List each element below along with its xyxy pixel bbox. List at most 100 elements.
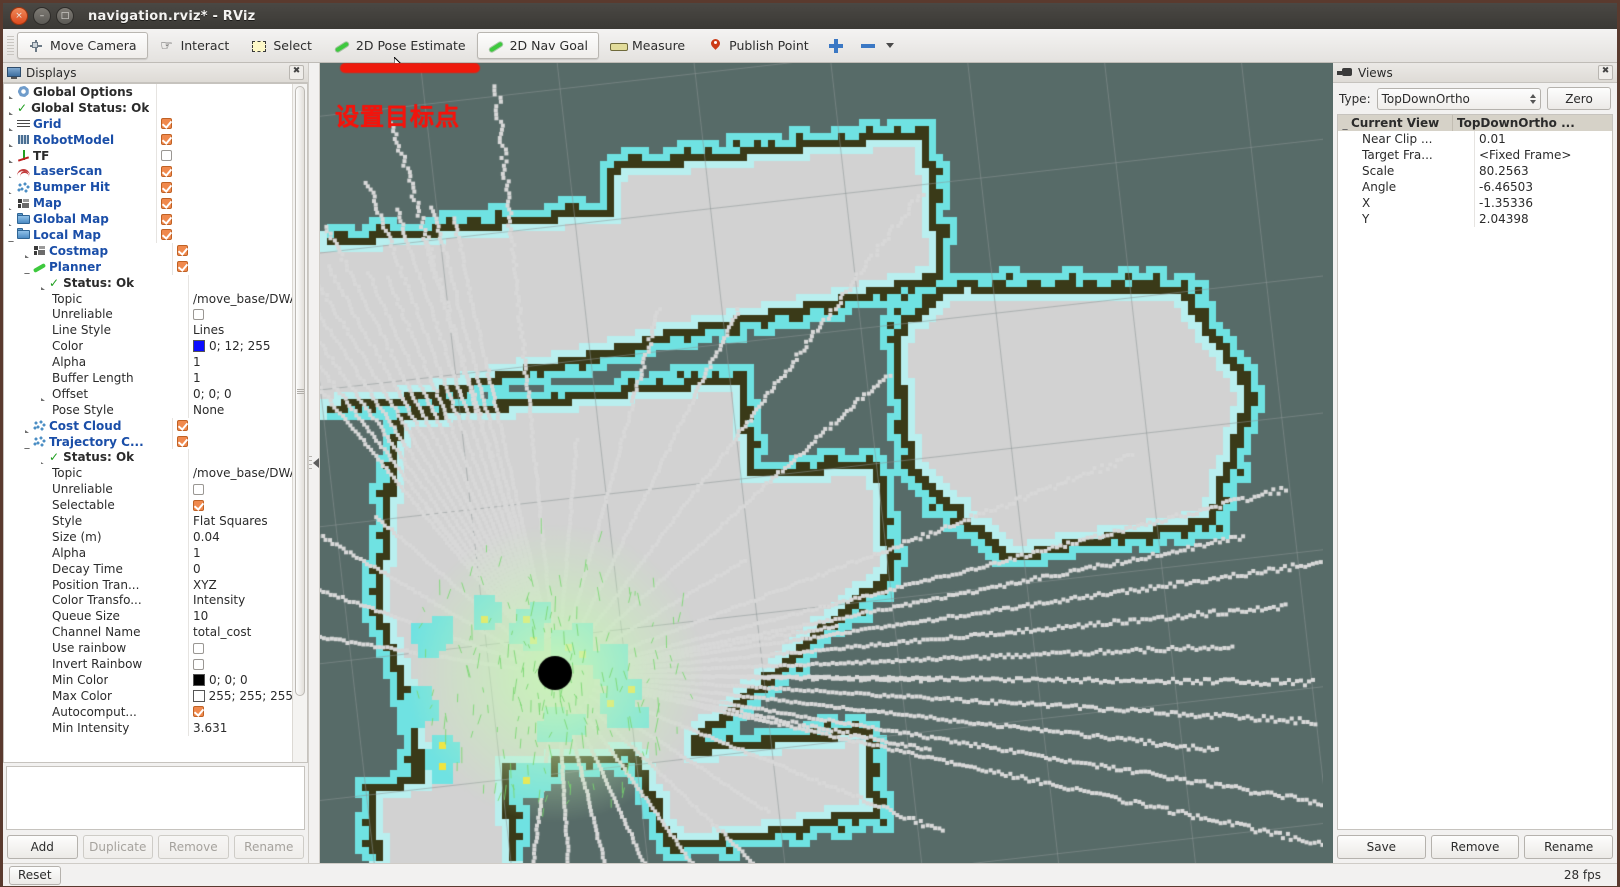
display-row[interactable]: Planner [4,258,293,275]
display-row-value[interactable]: 3.631 [188,719,293,736]
display-row[interactable]: Offset 0; 0; 0 [4,385,293,402]
display-row-value[interactable] [188,481,293,498]
tool-publish-point[interactable]: Publish Point [696,32,820,59]
view-property-row[interactable]: Scale 80.2563 [1338,163,1612,179]
checkbox[interactable] [161,134,172,146]
tool-select[interactable]: Select [240,32,323,59]
display-row[interactable]: Cost Cloud [4,417,293,434]
spinner-icon[interactable] [1530,93,1536,104]
view-property-value[interactable]: 80.2563 [1474,163,1612,179]
map-canvas[interactable] [320,63,1323,863]
display-row[interactable]: Topic/move_base/DWAPlan... [4,465,293,482]
view-property-row[interactable]: Y 2.04398 [1338,211,1612,227]
display-row-value[interactable] [188,640,293,657]
display-row-value[interactable] [188,306,293,323]
display-row-value[interactable]: 10 [188,608,293,625]
rename-view-button[interactable]: Rename [1524,835,1614,859]
display-row[interactable]: Alpha 1 [4,354,293,371]
display-row[interactable]: Grid [4,115,293,132]
close-icon[interactable]: ✖ [289,65,304,80]
display-row-value[interactable]: Intensity [188,592,293,609]
remove-view-button[interactable]: Remove [1430,835,1520,859]
display-row[interactable]: Position Tran... XYZ [4,576,293,593]
checkbox[interactable] [193,499,204,511]
display-row-value[interactable] [156,131,293,148]
add-tool-button[interactable] [820,32,852,59]
display-row[interactable]: Autocomput... [4,703,293,720]
display-row-value[interactable]: None [188,401,293,418]
reset-button[interactable]: Reset [9,865,61,885]
display-row[interactable]: Color Transfo... Intensity [4,592,293,609]
display-row-value[interactable] [156,163,293,180]
view-property-value[interactable]: 0.01 [1474,131,1612,147]
display-row[interactable]: ✓ Global Status: Ok [4,99,293,116]
display-row-value[interactable] [156,195,293,212]
display-row[interactable]: Map [4,195,293,212]
display-row-value[interactable] [156,211,293,228]
zero-button[interactable]: Zero [1547,87,1611,110]
display-row[interactable]: Buffer Length 1 [4,370,293,386]
checkbox[interactable] [161,150,172,161]
color-swatch[interactable] [193,673,205,686]
tool-2d-nav-goal[interactable]: 2D Nav Goal [476,32,599,59]
display-row-value[interactable] [188,656,293,672]
display-row-value[interactable] [156,147,293,164]
display-row-value[interactable]: 0; 12; 255 [188,338,293,355]
view-property-row[interactable]: Near Clip ... 0.01 [1338,131,1612,147]
display-row-value[interactable]: 0; 0; 0 [188,385,293,402]
display-row[interactable]: Alpha 1 [4,544,293,561]
display-row[interactable]: ✓ Status: Ok [4,449,293,466]
displays-scrollbar[interactable] [292,84,307,762]
display-row[interactable]: Min Color 0; 0; 0 [4,671,293,688]
display-row[interactable]: Style Flat Squares [4,513,293,529]
tool-interact[interactable]: ☞ Interact [148,32,241,59]
left-splitter[interactable] [309,63,320,863]
display-row[interactable]: Queue Size 10 [4,608,293,625]
display-row-value[interactable] [156,179,293,196]
remove-button[interactable]: Remove [158,835,229,859]
maximize-icon[interactable]: □ [56,7,74,25]
displays-tree[interactable]: Global Options ✓ Global Status: Ok Grid Robo… [4,84,293,762]
display-row-value[interactable] [156,115,293,132]
display-row[interactable]: LaserScan [4,163,293,180]
checkbox[interactable] [161,118,172,130]
display-row-value[interactable]: 0 [188,560,293,577]
display-row[interactable]: Line Style Lines [4,322,293,339]
display-row[interactable]: Local Map [4,227,293,243]
display-row-value[interactable] [156,99,293,116]
view-property-value[interactable]: TopDownOrtho ... [1452,115,1612,131]
view-property-value[interactable]: 2.04398 [1474,211,1612,227]
display-row-value[interactable] [188,497,293,514]
checkbox[interactable] [161,165,172,177]
display-row[interactable]: Costmap [4,242,293,259]
display-row-value[interactable] [172,258,293,275]
display-row-value[interactable]: 1 [188,370,293,386]
display-row-value[interactable] [188,274,293,291]
view-property-row[interactable]: X -1.35336 [1338,195,1612,211]
checkbox[interactable] [161,197,172,209]
add-button[interactable]: Add [7,835,78,859]
render-viewport[interactable]: 设置目标点 [320,63,1323,863]
display-row-value[interactable]: 0; 0; 0 [188,671,293,688]
display-row[interactable]: Max Color 255; 255; 255 [4,687,293,704]
display-row-value[interactable]: Lines [188,322,293,339]
display-row[interactable]: Unreliable [4,481,293,498]
view-type-select[interactable]: TopDownOrtho [1376,87,1541,110]
display-row[interactable]: RobotModel [4,131,293,148]
display-row[interactable]: Unreliable [4,306,293,323]
display-row[interactable]: Bumper Hit [4,179,293,196]
color-swatch[interactable] [193,340,205,353]
display-row[interactable]: ✓ Status: Ok [4,274,293,291]
display-row-value[interactable] [188,449,293,466]
display-row-value[interactable] [172,417,293,434]
display-row-value[interactable] [156,227,293,243]
tool-measure[interactable]: Measure [599,32,696,59]
checkbox[interactable] [193,706,204,718]
display-row[interactable]: Invert Rainbow [4,656,293,672]
checkbox[interactable] [161,181,172,193]
display-row[interactable]: Topic/move_base/DWAPlan... [4,290,293,307]
display-row[interactable]: TF [4,147,293,164]
tool-2d-pose-estimate[interactable]: 2D Pose Estimate [323,32,477,59]
checkbox[interactable] [177,436,188,448]
display-row-value[interactable]: /move_base/DWAPlan... [188,290,293,307]
